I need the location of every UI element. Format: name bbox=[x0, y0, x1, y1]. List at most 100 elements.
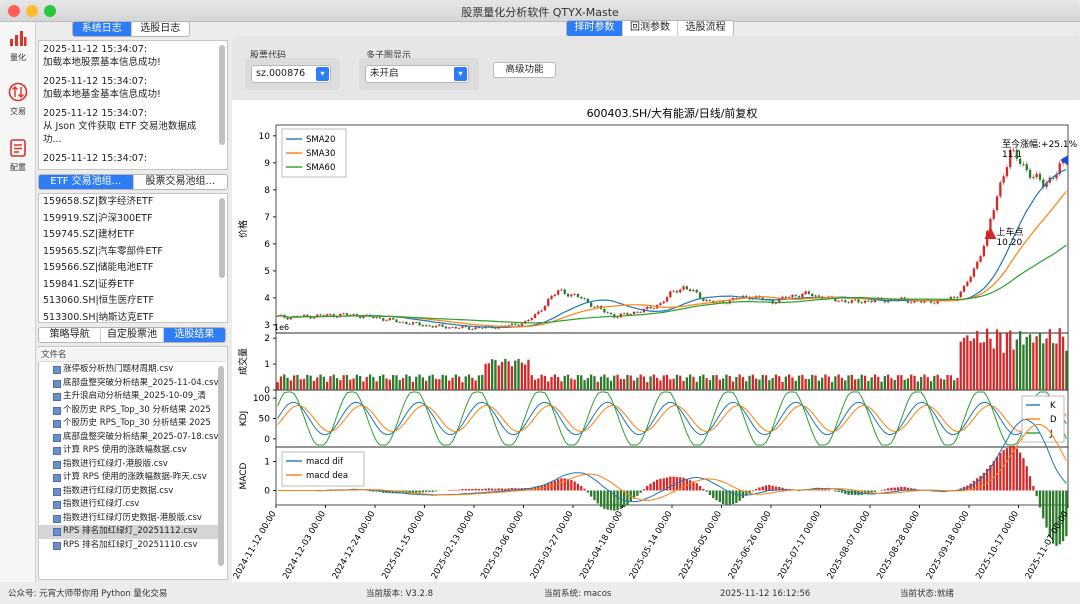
file-list-item[interactable]: 指数进行红绿灯历史数据-港股版.csv bbox=[39, 512, 219, 526]
tab-custom-pool[interactable]: 自定股票池 bbox=[101, 328, 164, 342]
volume-bar bbox=[718, 379, 722, 390]
tab-stock-pool[interactable]: 股票交易池组... bbox=[134, 175, 228, 189]
file-icon bbox=[53, 433, 61, 442]
volume-bar bbox=[989, 338, 992, 390]
etf-list: 159658.SZ|数字经济ETF 159919.SZ|沪深300ETF 15974… bbox=[38, 193, 228, 323]
volume-bar bbox=[850, 374, 854, 390]
candle-body bbox=[715, 302, 718, 304]
candle-body bbox=[850, 300, 854, 303]
x-tick-label: 2024-12-24 00:00 bbox=[331, 510, 378, 581]
macd-bar bbox=[698, 486, 702, 491]
volume-bar bbox=[537, 378, 540, 390]
volume-bar bbox=[510, 366, 514, 390]
candle-body bbox=[867, 300, 870, 302]
file-scrollbar[interactable] bbox=[218, 366, 224, 566]
log-entry: 2025-11-12 15:34:07: bbox=[43, 153, 148, 164]
file-list-item[interactable]: RPS 排名加红绿灯_20251112.csv bbox=[39, 525, 219, 539]
macd-bar bbox=[662, 478, 665, 491]
volume-bar bbox=[570, 378, 573, 390]
macd-bar bbox=[827, 489, 830, 491]
file-list-item[interactable]: 指数进行红绿灯-港股版.csv bbox=[39, 458, 219, 472]
stock-chart[interactable]: 600403.SH/大有能源/日线/前复权345678910价格SMA20SMA… bbox=[232, 100, 1080, 582]
candle-body bbox=[844, 300, 847, 303]
stock-code-combo[interactable]: sz.000876 ▾ bbox=[251, 65, 331, 83]
file-list-item[interactable]: 个股历史 RPS_Top_30 分析结果 2025 bbox=[39, 417, 219, 431]
volume-bar bbox=[395, 375, 398, 390]
multi-plot-combo[interactable]: 未开启 ▾ bbox=[365, 65, 469, 83]
file-list-item[interactable]: 计算 RPS 使用的涨跌幅数据.csv bbox=[39, 444, 219, 458]
tab-backtest-params[interactable]: 回测参数 bbox=[623, 21, 679, 36]
etf-list-item[interactable]: 513060.SH|恒生医疗ETF bbox=[39, 293, 227, 310]
etf-list-item[interactable]: 513300.SH|纳斯达克ETF bbox=[39, 310, 227, 323]
volume-bar bbox=[995, 329, 999, 390]
config-nav-label: 配置 bbox=[10, 163, 26, 172]
macd-bar bbox=[655, 479, 659, 491]
file-list-item[interactable]: RPS 排名加红绿灯_20251110.csv bbox=[39, 539, 219, 553]
tab-selection-results[interactable]: 选股结果 bbox=[163, 328, 225, 342]
candle-body bbox=[622, 313, 626, 314]
file-list-item[interactable]: 指数进行红绿灯历史数据.csv bbox=[39, 485, 219, 499]
file-list-item[interactable]: 主升浪启动分析结果_2025-10-09_清 bbox=[39, 390, 219, 404]
volume-bar bbox=[754, 378, 758, 390]
volume-bar bbox=[490, 359, 494, 390]
volume-bar bbox=[487, 363, 491, 390]
macd-bar bbox=[702, 488, 705, 491]
file-name: 涨停板分析热门题材周期.csv bbox=[63, 364, 174, 374]
file-list-item[interactable]: 底部盘整突破分析结果_2025-07-18.csv bbox=[39, 431, 219, 445]
volume-bar bbox=[583, 380, 586, 390]
tab-selection-flow[interactable]: 选股流程 bbox=[678, 21, 733, 36]
file-list-item[interactable]: 个股历史 RPS_Top_30 分析结果 2025 bbox=[39, 404, 219, 418]
log-scrollbar[interactable] bbox=[219, 45, 225, 145]
annotation-buy-value: 10.20 bbox=[996, 238, 1022, 248]
volume-bar bbox=[893, 379, 896, 390]
macd-bar bbox=[467, 489, 471, 491]
x-tick-label: 2024-12-03 00:00 bbox=[281, 510, 328, 581]
file-list-item[interactable]: 指数进行红绿灯.csv bbox=[39, 498, 219, 512]
volume-bar bbox=[688, 374, 692, 390]
log-text: 2025-11-12 15:34:07: 加载本地股票基本信息成功! 2025-11… bbox=[43, 43, 213, 171]
volume-bar bbox=[316, 377, 319, 390]
file-list-item[interactable]: 计算 RPS 使用的涨跌幅数据-昨天.csv bbox=[39, 471, 219, 485]
volume-bar bbox=[451, 377, 454, 390]
file-list-item[interactable]: 底部盘整突破分析结果_2025-11-04.csv bbox=[39, 377, 219, 391]
candle-body bbox=[553, 294, 557, 296]
file-list-item[interactable]: 涨停板分析热门题材周期.csv bbox=[39, 363, 219, 377]
macd-bar bbox=[1009, 445, 1012, 491]
etf-list-item[interactable]: 159919.SZ|沪深300ETF bbox=[39, 211, 227, 228]
macd-bar bbox=[731, 490, 735, 504]
volume-bar bbox=[824, 374, 827, 390]
file-name: 底部盘整突破分析结果_2025-11-04.csv bbox=[63, 377, 219, 388]
volume-bar bbox=[434, 378, 438, 390]
etf-list-item[interactable]: 159658.SZ|数字经济ETF bbox=[39, 194, 227, 211]
tab-etf-pool[interactable]: ETF 交易池组... bbox=[39, 175, 134, 189]
tab-timing-params[interactable]: 择时参数 bbox=[567, 21, 623, 36]
etf-list-item[interactable]: 159745.SZ|建材ETF bbox=[39, 227, 227, 244]
macd-bar bbox=[850, 490, 854, 495]
candle-body bbox=[438, 324, 441, 326]
tab-selection-log[interactable]: 选股日志 bbox=[132, 22, 190, 36]
candle-body bbox=[421, 325, 425, 327]
candle-body bbox=[857, 299, 860, 303]
volume-bar bbox=[692, 376, 695, 390]
volume-bar bbox=[748, 375, 751, 390]
config-nav-button[interactable]: 配置 bbox=[3, 136, 33, 176]
volume-bar bbox=[296, 374, 299, 390]
volume-bar bbox=[745, 381, 748, 390]
tab-system-log[interactable]: 系统日志 bbox=[73, 22, 132, 36]
etf-list-item[interactable]: 159841.SZ|证券ETF bbox=[39, 277, 227, 294]
quant-nav-button[interactable]: 量化 bbox=[3, 26, 33, 66]
advanced-button[interactable]: 高级功能 bbox=[493, 62, 556, 78]
volume-bar bbox=[840, 377, 844, 390]
volume-bar bbox=[959, 341, 962, 390]
volume-bar bbox=[504, 358, 507, 390]
etf-list-item[interactable]: 159566.SZ|储能电池ETF bbox=[39, 260, 227, 277]
volume-tick-label: 1 bbox=[264, 360, 270, 370]
file-column-header[interactable]: 文件名 bbox=[38, 348, 226, 362]
etf-scrollbar[interactable] bbox=[219, 198, 225, 278]
candle-body bbox=[474, 327, 477, 329]
trade-nav-button[interactable]: 交易 bbox=[3, 80, 33, 120]
volume-bar bbox=[1032, 342, 1035, 390]
candle-body bbox=[817, 295, 821, 297]
tab-strategy-nav[interactable]: 策略导航 bbox=[39, 328, 102, 342]
etf-list-item[interactable]: 159565.SZ|汽车零部件ETF bbox=[39, 244, 227, 261]
